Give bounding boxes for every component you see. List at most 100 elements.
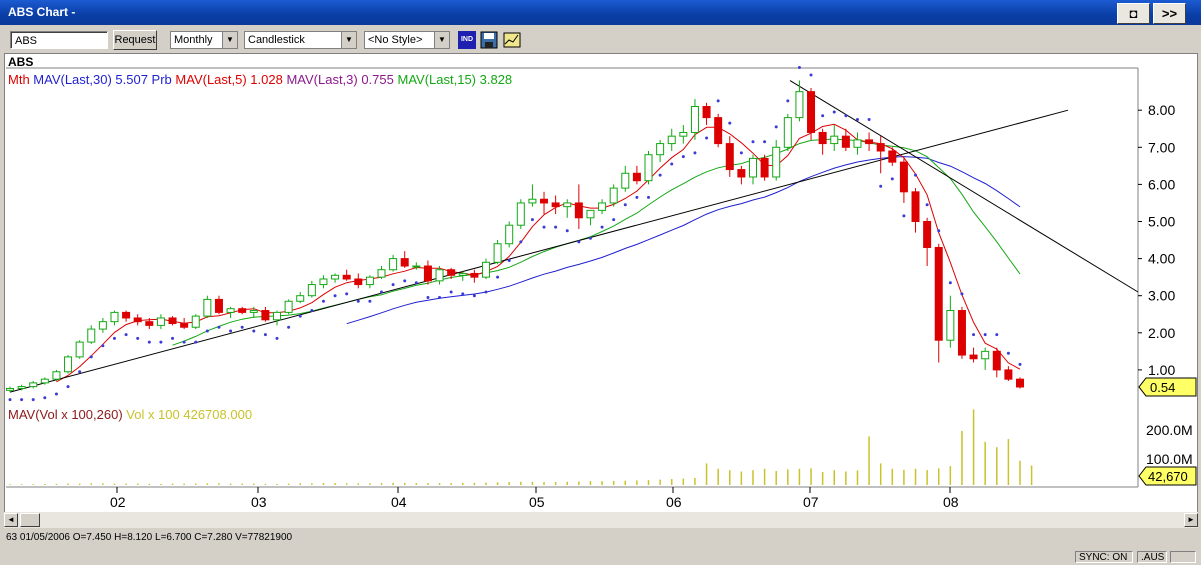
- volume-legend-item: MAV(Vol x 100,260): [8, 407, 126, 422]
- horizontal-scrollbar[interactable]: ◄ ►: [4, 512, 1198, 528]
- sar-dot: [449, 290, 453, 294]
- candle: [748, 154, 757, 185]
- candle-body: [934, 246, 943, 341]
- candle-body: [621, 172, 630, 189]
- price-tick-label: 3.00: [1148, 288, 1175, 304]
- sar-dot: [484, 290, 488, 294]
- sar-dot: [159, 340, 163, 344]
- candle-body: [528, 198, 537, 204]
- candle-body: [493, 243, 502, 263]
- sar-dot: [182, 340, 186, 344]
- candle: [191, 314, 200, 330]
- volume-legend: MAV(Vol x 100,260) Vol x 100 426708.000: [8, 407, 252, 422]
- candle-body: [180, 323, 189, 328]
- sar-dot: [379, 290, 383, 294]
- candle: [632, 165, 641, 185]
- candle: [992, 347, 1001, 378]
- sar-dot: [519, 240, 523, 244]
- last-volume-label: 42,670: [1148, 469, 1188, 484]
- candle-body: [853, 139, 862, 148]
- sar-dot: [240, 325, 244, 329]
- mav-5-line: [56, 123, 1021, 383]
- sar-dot: [472, 294, 476, 298]
- candle-body: [992, 350, 1001, 371]
- candle-body: [481, 261, 490, 278]
- candle-body: [598, 202, 607, 211]
- sar-dot: [751, 140, 755, 144]
- candle-body: [656, 143, 665, 156]
- ohlc-readout: 63 01/05/2006 O=7.450 H=8.120 L=6.700 C=…: [6, 532, 293, 543]
- last-price-label: 0.54: [1150, 380, 1175, 395]
- time-tick-label: 02: [110, 494, 126, 510]
- candle-body: [319, 278, 328, 286]
- candle-body: [714, 117, 723, 145]
- scroll-right-arrow-icon[interactable]: ►: [1184, 513, 1198, 527]
- price-tick-label: 2.00: [1148, 325, 1175, 341]
- mav-15-line: [172, 138, 1021, 346]
- candle-body: [644, 154, 653, 182]
- candle: [760, 154, 769, 181]
- price-tick-label: 6.00: [1148, 176, 1175, 192]
- price-tick-label: 8.00: [1148, 102, 1175, 118]
- candle-body: [818, 131, 827, 145]
- candle: [331, 273, 340, 283]
- candle: [830, 125, 839, 152]
- sar-dot: [368, 299, 372, 303]
- candle-body: [145, 321, 154, 326]
- sar-dot: [461, 292, 465, 296]
- candle-body: [969, 354, 978, 360]
- sar-dot: [774, 125, 778, 129]
- candle-body: [841, 135, 850, 148]
- candle: [725, 136, 734, 177]
- volume-legend-item: Vol x 100 426708.000: [126, 407, 252, 422]
- candle-body: [377, 269, 386, 278]
- candle-body: [261, 310, 270, 321]
- candle: [168, 316, 177, 326]
- candle: [667, 128, 676, 152]
- candle: [621, 165, 630, 192]
- status-segment: [1170, 551, 1196, 563]
- sar-dot: [1018, 362, 1022, 366]
- candle-body: [52, 371, 61, 380]
- candle: [377, 266, 386, 280]
- sar-dot: [20, 398, 24, 402]
- sar-dot: [205, 329, 209, 333]
- candle-body: [540, 198, 549, 204]
- candle-body: [772, 146, 781, 178]
- sar-dot: [136, 336, 140, 340]
- candle: [899, 158, 908, 203]
- sar-dot: [879, 184, 883, 188]
- candle: [957, 306, 966, 359]
- candle: [772, 139, 781, 181]
- candle-body: [249, 310, 258, 313]
- sar-dot: [229, 329, 233, 333]
- candle: [261, 306, 270, 322]
- price-chart[interactable]: 8.00 7.00 6.00 5.00 4.00 3.00 2.00 1.00 02 03 04 05…: [0, 0, 1201, 565]
- scroll-thumb[interactable]: [20, 513, 40, 527]
- sar-dot: [565, 229, 569, 233]
- candle: [238, 306, 247, 315]
- candle: [180, 317, 189, 330]
- candle-body: [296, 295, 305, 302]
- sar-dot: [844, 114, 848, 118]
- candle: [1016, 377, 1024, 389]
- candle-body: [40, 378, 49, 384]
- candle-body: [470, 272, 479, 278]
- sar-dot: [1006, 351, 1010, 355]
- candle: [1004, 366, 1013, 382]
- candle-body: [87, 328, 96, 343]
- sar-dot: [914, 173, 918, 177]
- sar-dot: [972, 333, 976, 337]
- sar-dot: [275, 336, 279, 340]
- sar-dot: [298, 314, 302, 318]
- candle-body: [830, 135, 839, 145]
- sar-dot: [310, 309, 314, 313]
- scroll-left-arrow-icon[interactable]: ◄: [4, 513, 18, 527]
- candle-body: [911, 191, 920, 223]
- candle-body: [586, 209, 595, 219]
- candle: [29, 381, 38, 389]
- candle: [319, 275, 328, 289]
- time-tick-label: 05: [529, 494, 545, 510]
- candle: [540, 191, 549, 215]
- candle-body: [331, 274, 340, 280]
